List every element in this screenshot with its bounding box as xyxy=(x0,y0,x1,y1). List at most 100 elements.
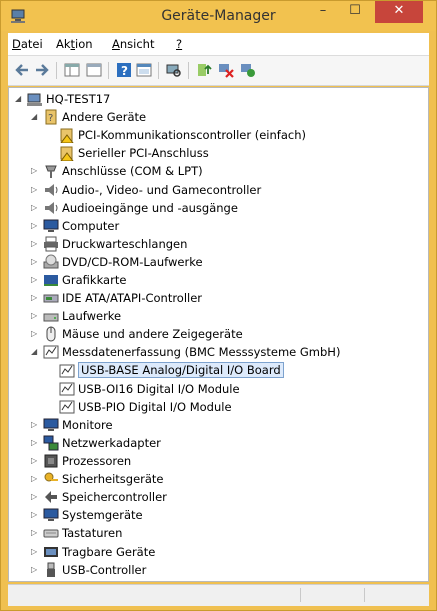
collapsed-arrow-icon[interactable]: ▷ xyxy=(31,457,39,465)
tree-node-label: PCI-Kommunikationscontroller (einfach) xyxy=(78,128,306,143)
tree-node-label: USB-PIO Digital I/O Module xyxy=(78,399,232,414)
tree-node[interactable]: ◢? Andere Geräte xyxy=(9,108,428,126)
unknown-device-icon: ? xyxy=(45,109,57,125)
tree-node[interactable]: ◢ Messdatenerfassung (BMC Messsysteme Gmb… xyxy=(9,343,428,361)
tree-node-label: DVD/CD-ROM-Laufwerke xyxy=(62,254,203,269)
collapsed-arrow-icon[interactable]: ▷ xyxy=(31,185,39,194)
tree-node[interactable]: ▷ Computer xyxy=(9,217,428,235)
collapsed-arrow-icon[interactable]: ▷ xyxy=(31,420,39,429)
collapsed-arrow-icon[interactable]: ▷ xyxy=(31,221,39,230)
tree-node[interactable]: ▷ DVD/CD-ROM-Laufwerke xyxy=(9,253,428,271)
device-tree[interactable]: ◢ HQ-TEST17 ◢? Andere Geräte PCI-Kommunikati… xyxy=(8,87,429,582)
close-button[interactable]: ✕ xyxy=(375,1,423,23)
tree-node[interactable]: ▷ Audio-, Video- und Gamecontroller xyxy=(9,181,428,199)
toolbar-separator xyxy=(108,62,109,79)
svg-text:?: ? xyxy=(121,64,128,78)
tree-node-label: USB-Controller xyxy=(62,562,147,577)
daq-icon xyxy=(59,364,75,377)
title-bar[interactable]: Geräte-Manager – ☐ ✕ xyxy=(1,1,436,31)
collapsed-arrow-icon[interactable]: ▷ xyxy=(31,257,39,266)
tree-node[interactable]: USB-OI16 Digital I/O Module xyxy=(9,380,428,398)
tree-node-label: USB-BASE Analog/Digital I/O Board xyxy=(78,361,284,378)
tree-node-label: Systemgeräte xyxy=(62,508,143,523)
collapsed-arrow-icon[interactable]: ▷ xyxy=(31,239,39,248)
collapsed-arrow-icon[interactable]: ▷ xyxy=(31,511,39,519)
collapsed-arrow-icon[interactable]: ▷ xyxy=(31,547,39,556)
menu-help[interactable]: ? xyxy=(176,37,182,51)
tree-node[interactable]: ▷ Grafikkarte xyxy=(9,271,428,289)
tree-node[interactable]: ▷ Netzwerkadapter xyxy=(9,434,428,452)
collapsed-arrow-icon[interactable]: ▷ xyxy=(31,167,39,175)
tree-node[interactable]: ◢ HQ-TEST17 xyxy=(9,90,428,108)
tree-node[interactable]: ▷ Speichercontroller xyxy=(9,488,428,506)
drive-icon xyxy=(43,313,59,322)
forward-icon[interactable] xyxy=(34,62,50,78)
display-icon xyxy=(44,275,58,286)
collapsed-arrow-icon[interactable]: ▷ xyxy=(31,475,39,483)
expanded-arrow-icon[interactable]: ◢ xyxy=(31,113,39,121)
device-manager-window: Geräte-Manager – ☐ ✕ Datei Aktion Ansich… xyxy=(0,0,437,611)
back-icon[interactable] xyxy=(14,62,30,78)
tree-node-label: Messdatenerfassung (BMC Messsysteme GmbH… xyxy=(62,345,341,360)
tree-node[interactable]: USB-PIO Digital I/O Module xyxy=(9,398,428,416)
tree-node[interactable]: PCI-Kommunikationscontroller (einfach) xyxy=(9,126,428,144)
collapsed-arrow-icon[interactable]: ▷ xyxy=(31,312,39,320)
menu-ansicht[interactable]: Ansicht xyxy=(112,37,154,51)
keyboard-icon xyxy=(43,529,59,538)
dvd-icon xyxy=(43,254,59,269)
tree-node[interactable]: ▷ Laufwerke xyxy=(9,307,428,325)
tree-node[interactable]: ▷ Anschlüsse (COM & LPT) xyxy=(9,162,428,180)
warning-device-icon xyxy=(60,146,74,162)
tree-node[interactable]: ▷ IDE ATA/ATAPI-Controller xyxy=(9,289,428,307)
daq-icon xyxy=(59,382,75,396)
tree-node-label: Anschlüsse (COM & LPT) xyxy=(62,164,203,179)
update-driver-icon[interactable] xyxy=(196,62,212,78)
collapsed-arrow-icon[interactable]: ▷ xyxy=(31,493,39,501)
tree-node[interactable]: ▷ USB-Controller xyxy=(9,561,428,579)
tree-node[interactable]: ▷ Tragbare Geräte xyxy=(9,543,428,561)
tree-node-label: Serieller PCI-Anschluss xyxy=(78,146,209,161)
tree-node[interactable]: ▷ Druckwarteschlangen xyxy=(9,235,428,253)
tree-node[interactable]: USB-BASE Analog/Digital I/O Board xyxy=(9,361,428,380)
help-icon[interactable]: ? xyxy=(116,62,132,78)
status-segment xyxy=(364,588,365,602)
tree-node[interactable]: ▷ Systemgeräte xyxy=(9,506,428,524)
minimize-button[interactable]: – xyxy=(307,1,339,23)
tree-node-label: Speichercontroller xyxy=(62,490,167,505)
properties-grid-icon[interactable] xyxy=(64,62,80,78)
collapsed-arrow-icon[interactable]: ▷ xyxy=(31,203,39,212)
enable-device-icon[interactable] xyxy=(240,62,256,78)
collapsed-arrow-icon[interactable]: ▷ xyxy=(31,438,39,447)
collapsed-arrow-icon[interactable]: ▷ xyxy=(31,294,39,302)
tree-node-label: Monitore xyxy=(62,417,113,432)
tree-node[interactable]: ▷ Sicherheitsgeräte xyxy=(9,470,428,488)
menu-datei[interactable]: Datei xyxy=(12,37,43,51)
svg-text:?: ? xyxy=(48,113,53,124)
tree-node[interactable]: ▷ Tastaturen xyxy=(9,524,428,542)
tree-node[interactable]: Serieller PCI-Anschluss xyxy=(9,144,428,162)
tree-node-label: Audio-, Video- und Gamecontroller xyxy=(62,182,262,197)
printer-icon xyxy=(44,236,58,252)
expanded-arrow-icon[interactable]: ◢ xyxy=(15,95,23,103)
tree-node[interactable]: ▷ Audioeingänge und -ausgänge xyxy=(9,199,428,217)
collapsed-arrow-icon[interactable]: ▷ xyxy=(31,529,39,537)
tree-node[interactable]: ▷ Monitore xyxy=(9,416,428,434)
maximize-button[interactable]: ☐ xyxy=(339,1,371,23)
collapsed-arrow-icon[interactable]: ▷ xyxy=(31,330,39,338)
expanded-arrow-icon[interactable]: ◢ xyxy=(31,348,39,356)
console-tree-icon[interactable] xyxy=(86,62,102,78)
status-segment xyxy=(300,588,301,602)
tree-node-label: USB-OI16 Digital I/O Module xyxy=(78,381,240,396)
portable-icon xyxy=(44,546,58,557)
collapsed-arrow-icon[interactable]: ▷ xyxy=(31,276,39,284)
collapsed-arrow-icon[interactable]: ▷ xyxy=(31,565,39,574)
uninstall-icon[interactable] xyxy=(218,62,234,78)
mouse-icon xyxy=(46,326,56,342)
tree-node-label: Tastaturen xyxy=(62,526,123,541)
tree-node-label: Grafikkarte xyxy=(62,273,127,287)
tree-node[interactable]: ▷ Prozessoren xyxy=(9,452,428,470)
scan-hardware-icon[interactable] xyxy=(166,62,182,78)
tree-node[interactable]: ▷ Mäuse und andere Zeigegeräte xyxy=(9,325,428,343)
details-icon[interactable] xyxy=(136,62,152,78)
menu-aktion[interactable]: Aktion xyxy=(56,37,93,51)
